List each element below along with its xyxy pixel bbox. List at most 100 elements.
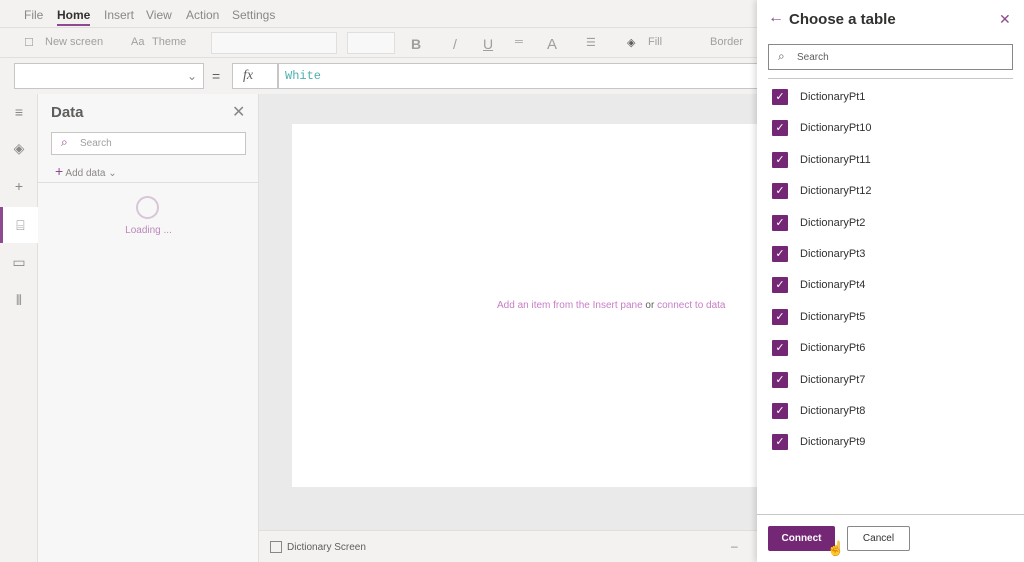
tools-icon[interactable]: ⫴ xyxy=(0,282,38,318)
menu-action[interactable]: Action xyxy=(186,8,219,22)
table-search-input[interactable]: ⌕ Search xyxy=(768,44,1013,70)
search-icon: ⌕ xyxy=(61,135,68,149)
zoom-out-icon[interactable]: – xyxy=(731,539,738,553)
table-name: DictionaryPt1 xyxy=(800,91,866,103)
left-rail: ≡ ◈ + ⌸ ▭ ⫴ xyxy=(0,94,38,562)
search-placeholder: Search xyxy=(80,138,112,149)
data-icon[interactable]: ⌸ xyxy=(0,207,38,243)
choose-table-panel: ← Choose a table ✕ ⌕ Search ✓ DictionaryP… xyxy=(757,0,1024,562)
screen-canvas[interactable]: Add an item from the Insert pane or conn… xyxy=(292,124,762,487)
checkbox-checked-icon[interactable]: ✓ xyxy=(772,340,788,357)
fx-button[interactable]: fx xyxy=(232,63,278,89)
connect-button[interactable]: Connect xyxy=(768,526,835,551)
status-bar: Dictionary Screen – xyxy=(259,530,759,562)
new-screen-icon: ☐ xyxy=(24,37,34,49)
strikethrough-icon[interactable]: ═ xyxy=(515,36,523,48)
table-name: DictionaryPt9 xyxy=(800,436,866,449)
table-option[interactable]: ✓ DictionaryPt1 xyxy=(772,87,865,107)
hand-cursor-icon: ☝ xyxy=(827,540,845,556)
checkbox-checked-icon[interactable]: ✓ xyxy=(772,214,788,231)
table-name: DictionaryPt12 xyxy=(800,185,872,198)
table-option[interactable]: ✓ DictionaryPt7 xyxy=(772,370,865,390)
divider xyxy=(38,182,259,183)
font-size-dropdown[interactable] xyxy=(347,32,395,54)
table-name: DictionaryPt2 xyxy=(800,216,866,229)
screen-name: Dictionary Screen xyxy=(287,542,366,553)
loading-text: Loading ... xyxy=(125,225,172,236)
checkbox-checked-icon[interactable]: ✓ xyxy=(772,277,788,294)
theme-button[interactable]: Theme xyxy=(152,36,186,48)
checkbox-checked-icon[interactable]: ✓ xyxy=(772,246,788,262)
canvas-hint: Add an item from the Insert pane or conn… xyxy=(497,300,726,311)
table-option[interactable]: ✓ DictionaryPt10 xyxy=(772,118,872,138)
table-name: DictionaryPt7 xyxy=(800,373,866,386)
loading-spinner xyxy=(136,196,159,219)
font-color-button[interactable]: A xyxy=(547,36,557,53)
table-option[interactable]: ✓ DictionaryPt6 xyxy=(772,338,865,358)
table-option[interactable]: ✓ DictionaryPt2 xyxy=(772,213,865,233)
property-dropdown[interactable]: ⌄ xyxy=(14,63,204,89)
screen-checkbox[interactable] xyxy=(270,541,282,553)
data-pane-title: Data xyxy=(51,104,84,121)
close-icon[interactable]: ✕ xyxy=(999,11,1011,28)
checkbox-checked-icon[interactable]: ✓ xyxy=(772,308,788,325)
data-search-input[interactable]: ⌕ Search xyxy=(51,132,246,155)
theme-icon: Aa xyxy=(131,36,145,48)
table-name: DictionaryPt10 xyxy=(800,122,872,135)
table-name: DictionaryPt8 xyxy=(800,405,866,417)
cancel-button[interactable]: Cancel xyxy=(847,526,910,551)
checkbox-checked-icon[interactable]: ✓ xyxy=(772,89,788,105)
hint-text: Add an item from the Insert pane xyxy=(497,300,643,311)
search-placeholder: Search xyxy=(797,52,829,63)
table-option[interactable]: ✓ DictionaryPt5 xyxy=(772,307,865,327)
table-name: DictionaryPt6 xyxy=(800,342,866,355)
insert-icon[interactable]: + xyxy=(0,168,38,204)
align-icon[interactable]: ☰ xyxy=(586,36,596,49)
menu-view[interactable]: View xyxy=(146,8,172,22)
table-name: DictionaryPt11 xyxy=(800,153,871,166)
font-dropdown[interactable] xyxy=(211,32,337,54)
table-option[interactable]: ✓ DictionaryPt8 xyxy=(772,401,865,421)
italic-button[interactable]: / xyxy=(453,36,457,52)
checkbox-checked-icon[interactable]: ✓ xyxy=(772,151,788,168)
checkbox-checked-icon[interactable]: ✓ xyxy=(772,434,788,451)
underline-button[interactable]: U xyxy=(483,36,493,52)
back-arrow-icon[interactable]: ← xyxy=(768,9,784,27)
divider xyxy=(768,78,1013,79)
table-option[interactable]: ✓ DictionaryPt9 xyxy=(772,432,865,452)
panel-title: Choose a table xyxy=(789,11,896,28)
layers-icon[interactable]: ◈ xyxy=(0,130,38,166)
footer-divider xyxy=(757,514,1024,515)
table-name: DictionaryPt3 xyxy=(800,248,866,260)
table-option[interactable]: ✓ DictionaryPt12 xyxy=(772,181,872,201)
menu-settings[interactable]: Settings xyxy=(232,8,275,22)
hint-or: or xyxy=(645,300,655,311)
search-icon: ⌕ xyxy=(778,49,785,63)
menu-file[interactable]: File xyxy=(24,8,43,22)
close-icon[interactable]: ✕ xyxy=(232,102,245,122)
menu-home[interactable]: Home xyxy=(57,8,91,26)
table-option[interactable]: ✓ DictionaryPt4 xyxy=(772,275,865,295)
hamburger-icon[interactable]: ≡ xyxy=(0,94,38,130)
table-option[interactable]: ✓ DictionaryPt3 xyxy=(772,244,865,264)
connect-to-data-link[interactable]: connect to data xyxy=(657,300,725,311)
equals-sign: = xyxy=(212,68,221,84)
media-icon[interactable]: ▭ xyxy=(0,244,38,280)
bold-button[interactable]: B xyxy=(411,36,421,52)
canvas-area: Add an item from the Insert pane or conn… xyxy=(259,94,762,530)
checkbox-checked-icon[interactable]: ✓ xyxy=(772,403,788,419)
fill-button[interactable]: Fill xyxy=(648,36,662,48)
add-data-label: Add data xyxy=(65,168,106,179)
add-data-button[interactable]: + Add data ⌄ xyxy=(55,163,117,179)
checkbox-checked-icon[interactable]: ✓ xyxy=(772,120,788,137)
new-screen-button[interactable]: New screen xyxy=(45,36,103,48)
border-button[interactable]: Border xyxy=(710,36,743,48)
table-option[interactable]: ✓ DictionaryPt11 xyxy=(772,150,871,170)
checkbox-checked-icon[interactable]: ✓ xyxy=(772,371,788,388)
menu-insert[interactable]: Insert xyxy=(104,8,134,22)
plus-icon: + xyxy=(55,163,64,179)
table-name: DictionaryPt5 xyxy=(800,310,866,323)
fill-icon: ◈ xyxy=(627,37,636,49)
checkbox-checked-icon[interactable]: ✓ xyxy=(772,183,788,200)
chevron-down-icon: ⌄ xyxy=(186,69,197,83)
